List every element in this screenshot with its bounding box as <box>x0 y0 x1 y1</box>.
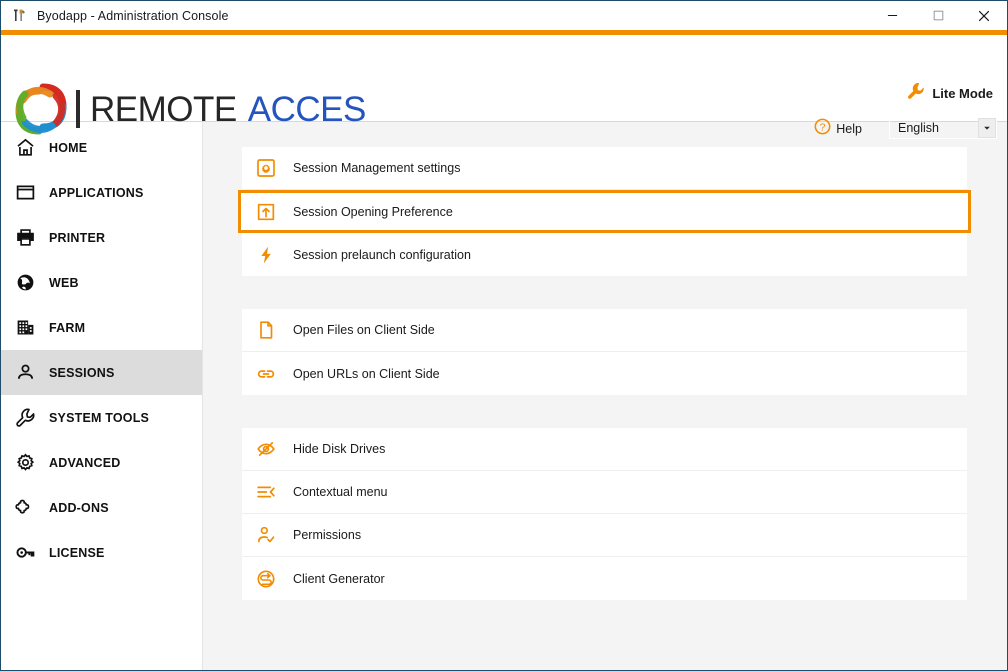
logo-wordmark: REMOTE ACCES <box>90 92 366 127</box>
sidebar-item-label: LICENSE <box>49 545 105 560</box>
sidebar-item-advanced[interactable]: ADVANCED <box>1 440 202 485</box>
row-label: Open Files on Client Side <box>293 323 435 337</box>
gear-icon <box>12 450 38 476</box>
row-session-opening-preference[interactable]: Session Opening Preference <box>238 190 971 233</box>
row-session-prelaunch-configuration[interactable]: Session prelaunch configuration <box>242 233 967 276</box>
menu-arrow-icon <box>253 479 279 505</box>
key-icon <box>12 540 38 566</box>
sidebar-item-system-tools[interactable]: SYSTEM TOOLS <box>1 395 202 440</box>
sidebar-item-label: FARM <box>49 320 86 335</box>
body: HOME APPLICATIONS PRINTER WEB FARM SESSI… <box>1 121 1007 670</box>
language-select[interactable]: English <box>889 117 997 139</box>
help-label: Help <box>836 122 862 136</box>
brand-logo: REMOTE ACCES <box>12 80 366 138</box>
sidebar-item-label: SESSIONS <box>49 365 115 380</box>
person-icon <box>12 360 38 386</box>
client-side-group: Open Files on Client Side Open URLs on C… <box>242 309 967 395</box>
help-circle-icon: ? <box>814 118 831 140</box>
interlocking-rings-logo-icon <box>12 80 70 138</box>
row-label: Client Generator <box>293 571 385 586</box>
upload-box-icon <box>253 199 279 225</box>
lite-mode-button[interactable]: Lite Mode <box>906 81 993 106</box>
row-label: Contextual menu <box>293 485 388 499</box>
gear-square-icon <box>253 155 279 181</box>
row-open-urls-on-client-side[interactable]: Open URLs on Client Side <box>242 352 967 395</box>
row-label: Session Management settings <box>293 161 461 175</box>
eye-slash-icon <box>253 436 279 462</box>
sidebar-item-printer[interactable]: PRINTER <box>1 215 202 260</box>
row-session-management-settings[interactable]: Session Management settings <box>242 147 967 190</box>
sidebar-item-license[interactable]: LICENSE <box>1 530 202 575</box>
minimize-icon <box>887 14 897 17</box>
document-icon <box>253 317 279 343</box>
sidebar-item-label: ADVANCED <box>49 455 121 470</box>
minimize-button[interactable] <box>869 1 915 30</box>
application-window: Byodapp - Administration Console REMOTE … <box>0 0 1008 671</box>
row-permissions[interactable]: Permissions <box>242 514 967 557</box>
globe-icon <box>12 270 38 296</box>
maximize-button[interactable] <box>915 1 961 30</box>
row-open-files-on-client-side[interactable]: Open Files on Client Side <box>242 309 967 352</box>
language-value: English <box>898 121 939 135</box>
sidebar-item-label: SYSTEM TOOLS <box>49 410 150 425</box>
row-contextual-menu[interactable]: Contextual menu <box>242 471 967 514</box>
window-icon <box>12 180 38 206</box>
link-icon <box>253 361 279 387</box>
brand-header: REMOTE ACCES Lite Mode ? Help English <box>1 35 1007 139</box>
sidebar-item-label: WEB <box>49 275 79 290</box>
logo-acces-text: ACCES <box>247 89 367 129</box>
svg-text:?: ? <box>820 122 826 133</box>
building-icon <box>12 315 38 341</box>
home-icon <box>12 135 38 161</box>
help-button[interactable]: ? Help <box>814 118 862 140</box>
window-title: Byodapp - Administration Console <box>37 8 229 23</box>
wrench-icon <box>12 405 38 431</box>
row-hide-disk-drives[interactable]: Hide Disk Drives <box>242 428 967 471</box>
logo-divider <box>76 90 80 128</box>
tools-icon <box>11 7 28 24</box>
sidebar-item-add-ons[interactable]: ADD-ONS <box>1 485 202 530</box>
chevron-down-icon[interactable] <box>978 118 996 138</box>
row-label: Open URLs on Client Side <box>293 366 440 381</box>
row-client-generator[interactable]: Client Generator <box>242 557 967 600</box>
printer-icon <box>12 225 38 251</box>
lightning-icon <box>253 242 279 268</box>
circle-arrow-icon <box>253 566 279 592</box>
close-icon <box>978 10 990 21</box>
row-label: Session prelaunch configuration <box>293 247 471 262</box>
logo-remote-text: REMOTE <box>90 89 237 129</box>
sidebar: HOME APPLICATIONS PRINTER WEB FARM SESSI… <box>1 121 202 670</box>
sidebar-item-label: HOME <box>49 140 88 155</box>
sidebar-item-label: APPLICATIONS <box>49 185 144 200</box>
lite-mode-label: Lite Mode <box>932 86 993 101</box>
sidebar-item-applications[interactable]: APPLICATIONS <box>1 170 202 215</box>
main-content: Session Management settings Session Open… <box>202 121 1007 670</box>
settings-group: Session Management settings Session Open… <box>238 147 971 276</box>
close-button[interactable] <box>961 1 1007 30</box>
person-check-icon <box>253 522 279 548</box>
row-label: Hide Disk Drives <box>293 442 386 456</box>
row-label: Permissions <box>293 528 362 542</box>
wrench-icon <box>906 81 926 106</box>
sidebar-item-web[interactable]: WEB <box>1 260 202 305</box>
security-group: Hide Disk Drives Contextual menu Permiss… <box>242 428 967 600</box>
maximize-icon <box>933 10 943 21</box>
sidebar-item-farm[interactable]: FARM <box>1 305 202 350</box>
sidebar-item-sessions[interactable]: SESSIONS <box>1 350 202 395</box>
title-bar: Byodapp - Administration Console <box>1 1 1007 30</box>
puzzle-icon <box>12 495 38 521</box>
sidebar-item-label: ADD-ONS <box>49 500 109 515</box>
row-label: Session Opening Preference <box>293 204 453 219</box>
sidebar-item-label: PRINTER <box>49 230 106 245</box>
